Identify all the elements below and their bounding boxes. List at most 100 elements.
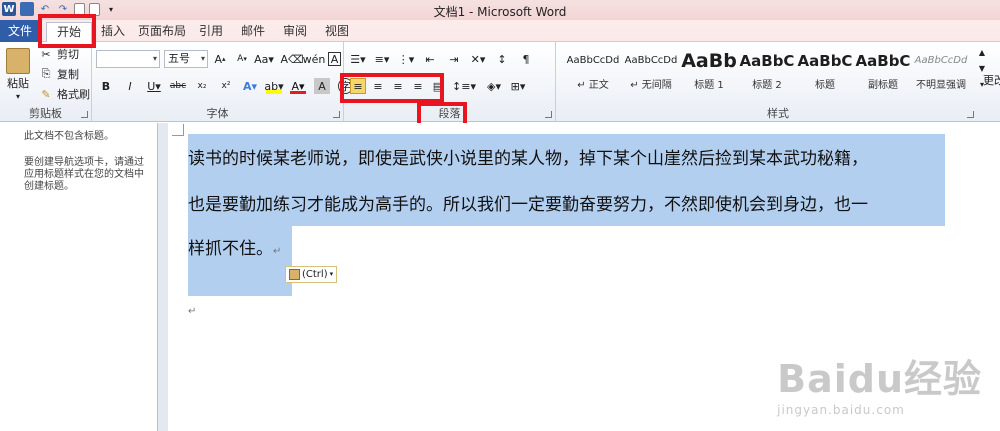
scroll-up-icon[interactable]: ▲ — [974, 46, 990, 58]
chevron-down-icon: ▾ — [329, 270, 334, 278]
styles-dialog-launcher[interactable] — [967, 111, 974, 118]
shrink-font-icon[interactable]: A ▾ — [234, 51, 250, 67]
paragraph-tools-row1: ☰▾ ≡▾ ⋮▾ ⇤ ⇥ ✕▾ ↕ ¶ — [350, 51, 534, 67]
subscript-icon[interactable]: x₂ — [194, 78, 210, 94]
style-name: 标题 1 — [694, 80, 724, 91]
title-bar: W ↶ ↷ ▾ 文档1 - Microsoft Word — [0, 0, 1000, 20]
font-dialog-launcher[interactable] — [333, 111, 340, 118]
bold-icon[interactable]: B — [98, 78, 114, 94]
multilevel-list-icon[interactable]: ⋮▾ — [398, 51, 415, 67]
style-heading-1[interactable]: AaBb 标题 1 — [680, 46, 738, 98]
style-no-spacing[interactable]: AaBbCcDd ↵ 无间隔 — [622, 46, 680, 98]
style-name: 标题 — [815, 80, 835, 91]
italic-icon[interactable]: I — [122, 78, 138, 94]
decrease-indent-icon[interactable]: ⇤ — [422, 51, 438, 67]
nav-no-headings-text: 此文档不包含标题。 — [24, 131, 114, 142]
style-name: 不明显强调 — [916, 80, 966, 91]
tab-page-layout[interactable]: 页面布局 — [136, 22, 188, 42]
cut-button[interactable]: ✂ 剪切 — [38, 46, 79, 62]
chevron-down-icon: ▾ — [200, 54, 205, 63]
copy-button[interactable]: ⎘ 复制 — [38, 66, 79, 82]
tab-mailings[interactable]: 邮件 — [238, 22, 268, 42]
margin-corner-mark — [172, 124, 184, 136]
document-line-text: 样抓不住。 — [188, 239, 273, 259]
font-tools-row1: A ▴ A ▾ Aa▾ A⌫ wén A — [212, 51, 341, 67]
tab-review[interactable]: 审阅 — [280, 22, 310, 42]
change-styles-button[interactable]: 更改 — [983, 72, 1000, 88]
window-title: 文档1 - Microsoft Word — [433, 5, 567, 19]
document-line[interactable]: 也是要勤加练习才能成为高手的。所以我们一定要勤奋要努力，不然即使机会到身边，也一 — [188, 182, 958, 229]
shading-icon[interactable]: ◈▾ — [486, 78, 502, 94]
paste-icon — [6, 48, 30, 74]
style-preview: AaBbCcDd — [624, 55, 678, 66]
underline-icon[interactable]: U▾ — [146, 78, 162, 94]
format-painter-button[interactable]: ✎ 格式刷 — [38, 86, 90, 102]
character-border-icon[interactable]: A — [328, 52, 341, 66]
watermark: Baidu经验 jingyan.baidu.com — [777, 348, 982, 417]
change-case-icon[interactable]: Aa▾ — [254, 51, 274, 67]
paintbrush-icon: ✎ — [41, 87, 51, 101]
tab-view[interactable]: 视图 — [322, 22, 352, 42]
borders-icon[interactable]: ⊞▾ — [510, 78, 526, 94]
style-preview: AaBbCcDd — [566, 55, 620, 66]
style-preview: AaBb — [681, 50, 737, 72]
character-shading-icon[interactable]: A — [314, 78, 330, 94]
style-preview: AaBbC — [797, 52, 853, 70]
styles-gallery: AaBbCcDd ↵ 正文 AaBbCcDd ↵ 无间隔 AaBb 标题 1 A… — [564, 46, 970, 98]
style-name: 标题 2 — [752, 80, 782, 91]
ribbon: 粘贴 ▾ ✂ 剪切 ⎘ 复制 ✎ 格式刷 剪贴板 ▾ 五号 ▾ A▴ A▾ — [0, 42, 1000, 122]
text-effects-icon[interactable]: A▾ — [242, 78, 258, 94]
phonetic-guide-icon[interactable]: wén — [303, 51, 326, 67]
paste-label: 粘贴 — [7, 77, 29, 90]
tab-references[interactable]: 引用 — [196, 22, 226, 42]
style-subtitle[interactable]: AaBbC 副标题 — [854, 46, 912, 98]
font-group-label: 字体 — [206, 107, 229, 120]
document-line-text: 也是要勤加练习才能成为高手的。所以我们一定要勤奋要努力，不然即使机会到身边，也一 — [188, 195, 868, 215]
style-name: ↵ 正文 — [577, 80, 609, 91]
tab-insert[interactable]: 插入 — [98, 22, 128, 42]
paste-dropdown-icon[interactable]: ▾ — [16, 92, 20, 101]
line-spacing-icon[interactable]: ↕≡▾ — [452, 78, 476, 94]
sort-icon[interactable]: ↕ — [494, 51, 510, 67]
superscript-icon[interactable]: x² — [218, 78, 234, 94]
style-normal[interactable]: AaBbCcDd ↵ 正文 — [564, 46, 622, 98]
copy-label: 复制 — [57, 68, 79, 81]
style-subtle-emphasis[interactable]: AaBbCcDd 不明显强调 — [912, 46, 970, 98]
change-styles-label: 更改 — [983, 74, 1000, 87]
numbering-icon[interactable]: ≡▾ — [374, 51, 390, 67]
strikethrough-icon[interactable]: abc — [170, 78, 186, 94]
document-line[interactable]: 读书的时候某老师说，即使是武侠小说里的某人物，掉下某个山崖然后捡到某本武功秘籍， — [188, 136, 958, 183]
ribbon-tabs: 文件 开始 插入 页面布局 引用 邮件 审阅 视图 — [0, 20, 1000, 43]
nav-instruction-text: 要创建导航选项卡，请通过应用标题样式在您的文档中创建标题。 — [24, 157, 144, 192]
style-name: ↵ 无间隔 — [630, 80, 672, 91]
paste-options-button[interactable]: (Ctrl) ▾ — [285, 266, 338, 283]
style-heading-2[interactable]: AaBbC 标题 2 — [738, 46, 796, 98]
font-size-combo[interactable]: 五号 ▾ — [164, 50, 208, 68]
style-preview: AaBbC — [739, 52, 795, 70]
clipboard-dialog-launcher[interactable] — [81, 111, 88, 118]
clear-formatting-icon[interactable]: A⌫ — [280, 51, 303, 67]
style-title[interactable]: AaBbC 标题 — [796, 46, 854, 98]
show-marks-icon[interactable]: ¶ — [518, 51, 534, 67]
bullets-icon[interactable]: ☰▾ — [350, 51, 366, 67]
increase-indent-icon[interactable]: ⇥ — [446, 51, 462, 67]
highlight-alignment-buttons — [340, 73, 444, 103]
style-preview: AaBbCcDd — [914, 55, 968, 66]
pane-splitter[interactable] — [158, 123, 168, 431]
font-color-icon[interactable]: A▾ — [290, 78, 306, 94]
clipboard-group-label: 剪贴板 — [29, 107, 62, 120]
chinese-layout-icon[interactable]: ✕▾ — [470, 51, 486, 67]
tab-file[interactable]: 文件 — [0, 20, 40, 42]
clipboard-icon — [289, 269, 300, 280]
navigation-pane: 此文档不包含标题。 要创建导航选项卡，请通过应用标题样式在您的文档中创建标题。 — [0, 123, 158, 431]
font-group: ▾ 五号 ▾ A ▴ A ▾ Aa▾ A⌫ wén A B I U▾ abc x₂ … — [92, 42, 353, 122]
paragraph-dialog-launcher[interactable] — [545, 111, 552, 118]
watermark-logo: Baidu经验 — [777, 357, 982, 401]
style-preview: AaBbC — [855, 52, 911, 70]
paste-button[interactable]: 粘贴 ▾ — [6, 48, 30, 101]
grow-font-icon[interactable]: A ▴ — [212, 51, 228, 67]
watermark-url: jingyan.baidu.com — [777, 403, 905, 417]
font-name-combo[interactable]: ▾ — [96, 50, 160, 68]
scissors-icon: ✂ — [41, 47, 51, 61]
highlight-color-icon[interactable]: ab▾ — [264, 78, 284, 94]
